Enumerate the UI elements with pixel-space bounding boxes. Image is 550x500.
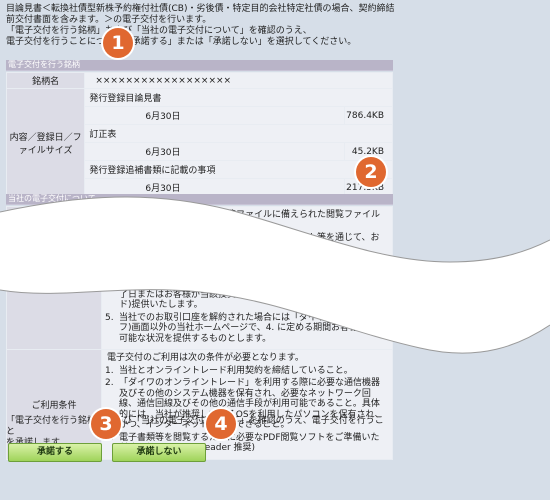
intro-line-2: 前交付書面を含みます。＞の電子交付を行います。 (6, 15, 212, 25)
decline-button[interactable]: 承諾しない (112, 443, 206, 462)
method-item-2: 2. 電子書類等は、お客様ご自身で（インターネット等を通じて、お客様の提供いたしま… (105, 233, 380, 254)
issue-name-value: ×××××××××××××××××× (84, 72, 393, 89)
method-item-4: 4. 電子書類等の、電子交付後5年間(投資信託の閲覧は、口座間の終了日またはお客様… (105, 279, 384, 310)
marker-1: 1 (103, 28, 133, 58)
document-name-1: 発行登録目論見書 (84, 88, 393, 107)
marker-4: 4 (206, 409, 236, 439)
intro-text: 目論見書＜転換社債型新株予約権付社債(CB)・劣後債・特定目的会社特定社債の場合… (6, 4, 526, 48)
method-item-1: 1. 電子書類等は、お客様の閲覧ファイルに備えられた閲覧ファイルに記録された目提供… (105, 210, 381, 231)
terms-item-1: 1. 当社とオンライントレード利用契約を締結していること。 (105, 365, 353, 376)
issues-table: 銘柄名 ×××××××××××××××××× 内容／登録日／ファイルサイズ 発行… (5, 72, 393, 197)
document-name-3: 発行登録追補書類に記載の事項 (84, 160, 393, 179)
accept-button[interactable]: 承諾する (8, 443, 102, 462)
marker-3: 3 (91, 409, 121, 439)
method-item-3: 3. 電子書類等は、お客様ご自身でファイルを当社電子計算機の中のお客確認できるよう… (105, 256, 381, 277)
document-name-2: 訂正表 (84, 124, 393, 143)
delivery-method-list: 1. 電子書類等は、お客様の閲覧ファイルに備えられた閲覧ファイルに記録された目提供… (101, 206, 393, 350)
intro-line-3: 「電子交付を行う銘柄」および「当社の電子交付について」を確認のうえ、 (6, 26, 312, 36)
confirmation-line-1: 「電子交付を行う銘柄」および「当社の電子交付について」を確認のうえ、電子交付を行… (6, 416, 384, 437)
terms-intro: 電子交付のご利用は次の条件が必要となります。 (107, 353, 304, 363)
marker-2: 2 (356, 157, 386, 187)
document-date-1: 6月30日 (84, 106, 346, 125)
delivery-method-label: 電子交付での提供方法について (6, 206, 102, 350)
intro-line-4: 電子交付を行うことについて「承諾する」または「承諾しない」を選択してください。 (6, 37, 357, 47)
section-header-issues: 電子交付を行う銘柄 (6, 60, 393, 71)
documents-label: 内容／登録日／ファイルサイズ (5, 88, 86, 197)
intro-line-1: 目論見書＜転換社債型新株予約権付社債(CB)・劣後債・特定目的会社特定社債の場合… (6, 4, 395, 14)
issue-name-label: 銘柄名 (5, 72, 86, 89)
method-item-5: 5. 当社でのお取引口座を解約された場合には「ダイワのオンラインフ)画面以外の当社… (105, 312, 386, 344)
document-date-2: 6月30日 (84, 142, 346, 161)
section-header-about: 当社の電子交付について (6, 194, 393, 205)
document-size-1: 786.4KB (344, 106, 393, 125)
